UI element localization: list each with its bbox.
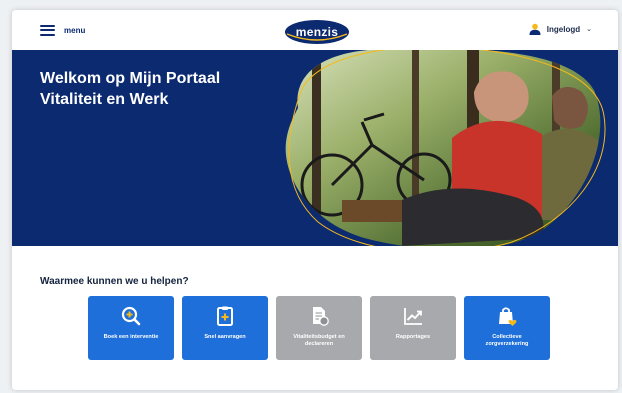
bag-heart-icon: [499, 307, 517, 326]
menu-button[interactable]: menu: [40, 23, 85, 37]
tile-label-line-1: Vitaliteitsbudget en: [293, 334, 345, 340]
hamburger-icon: [40, 24, 55, 36]
tile-vitaliteitsbudget[interactable]: Vitaliteitsbudget en declareren: [276, 296, 362, 360]
help-title: Waarmee kunnen we u helpen?: [40, 276, 189, 287]
tile-label-line-1: Rapportages: [395, 334, 431, 340]
tile-snel-aanvragen[interactable]: Snel aanvragen: [182, 296, 268, 360]
account-label: Ingelogd: [546, 24, 581, 34]
clipboard-plus-icon: [217, 306, 233, 326]
tile-label-line-1: Boek een interventie: [103, 334, 159, 340]
hero-title-line-2: Vitaliteit en Werk: [40, 91, 169, 108]
chart-trend-icon: [404, 308, 422, 325]
tile-label: Vitaliteitsbudget en declareren: [280, 334, 358, 348]
service-tiles: Boek een interventie Snel aanvragen Vita…: [88, 296, 550, 360]
hero-title: Welkom op Mijn Portaal Vitaliteit en Wer…: [40, 68, 280, 110]
menu-label: menu: [64, 25, 86, 35]
tile-label-line-2: declareren: [304, 341, 334, 347]
hero-title-line-1: Welkom op Mijn Portaal: [40, 70, 221, 87]
tile-rapportages[interactable]: Rapportages: [370, 296, 456, 360]
tile-label: Collectieve zorgverzekering: [468, 334, 546, 348]
chevron-down-icon: ⌄: [586, 26, 592, 33]
help-section: Waarmee kunnen we u helpen? Boek een int…: [12, 246, 618, 390]
hero-banner: Welkom op Mijn Portaal Vitaliteit en Wer…: [12, 50, 618, 246]
tile-label-line-1: Snel aanvragen: [204, 334, 246, 340]
tile-label: Boek een interventie: [92, 334, 170, 341]
account-menu[interactable]: Ingelogd ⌄: [529, 23, 592, 35]
tile-label-line-1: Collectieve: [492, 334, 522, 340]
user-icon: [529, 23, 541, 35]
tile-label: Rapportages: [374, 334, 452, 341]
top-bar: menu menzis Ingelogd ⌄: [12, 10, 618, 50]
tile-label: Snel aanvragen: [186, 334, 264, 341]
search-plus-icon: [121, 306, 141, 326]
portal-window: menu menzis Ingelogd ⌄ Welkom op Mijn Po…: [12, 10, 618, 390]
menzis-logo[interactable]: menzis: [284, 19, 350, 45]
tile-label-line-2: zorgverzekering: [485, 341, 529, 347]
tile-boek-interventie[interactable]: Boek een interventie: [88, 296, 174, 360]
logo-text: menzis: [295, 25, 339, 39]
document-coin-icon: [313, 307, 329, 326]
tile-collectieve-zorgverzekering[interactable]: Collectieve zorgverzekering: [464, 296, 550, 360]
